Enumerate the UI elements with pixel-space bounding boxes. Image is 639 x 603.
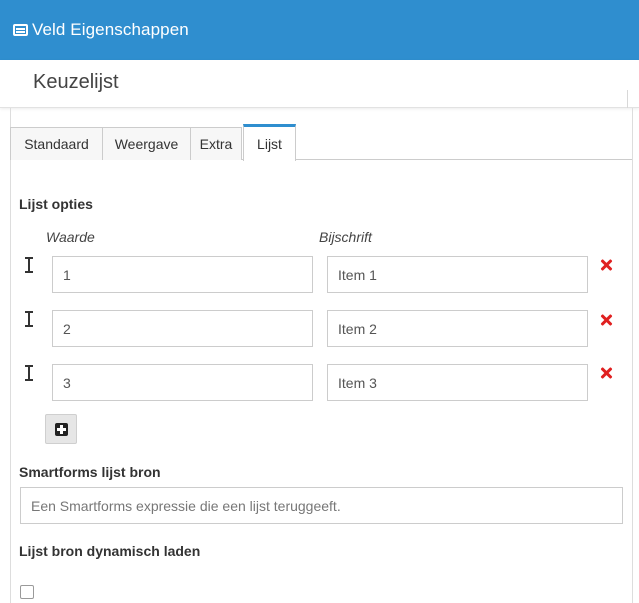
add-option-button[interactable] — [45, 414, 77, 444]
subheader: Keuzelijst — [0, 60, 639, 108]
field-type-title: Keuzelijst — [33, 71, 119, 93]
value-column-label: Waarde — [46, 229, 95, 245]
dynamic-load-checkbox[interactable] — [20, 585, 34, 599]
remove-option-icon[interactable] — [600, 314, 612, 326]
panel-border-left — [10, 108, 11, 603]
option-value-input[interactable] — [52, 364, 313, 401]
tab-extra[interactable]: Extra — [190, 127, 242, 160]
option-value-input[interactable] — [52, 256, 313, 293]
window-titlebar: Veld Eigenschappen — [0, 0, 639, 60]
option-value-input[interactable] — [52, 310, 313, 347]
dynamic-load-label: Lijst bron dynamisch laden — [19, 543, 201, 559]
caption-column-label: Bijschrift — [319, 229, 372, 245]
list-window-icon — [13, 24, 28, 36]
plus-square-icon — [55, 423, 68, 436]
drag-handle-icon[interactable] — [24, 257, 34, 273]
drag-handle-icon[interactable] — [24, 311, 34, 327]
panel-border-right — [632, 108, 633, 603]
tab-strip: Standaard Weergave Extra Lijst — [10, 124, 632, 161]
option-caption-input[interactable] — [327, 364, 588, 401]
window-title: Veld Eigenschappen — [32, 20, 189, 39]
smartforms-source-input[interactable] — [20, 487, 623, 524]
option-caption-input[interactable] — [327, 256, 588, 293]
tab-weergave[interactable]: Weergave — [102, 127, 191, 160]
tab-standaard[interactable]: Standaard — [10, 127, 103, 160]
source-section-label: Smartforms lijst bron — [19, 464, 161, 480]
tab-lijst[interactable]: Lijst — [243, 124, 296, 161]
remove-option-icon[interactable] — [600, 259, 612, 271]
remove-option-icon[interactable] — [600, 367, 612, 379]
option-caption-input[interactable] — [327, 310, 588, 347]
drag-handle-icon[interactable] — [24, 365, 34, 381]
options-section-label: Lijst opties — [19, 196, 93, 212]
subheader-divider — [627, 90, 639, 108]
